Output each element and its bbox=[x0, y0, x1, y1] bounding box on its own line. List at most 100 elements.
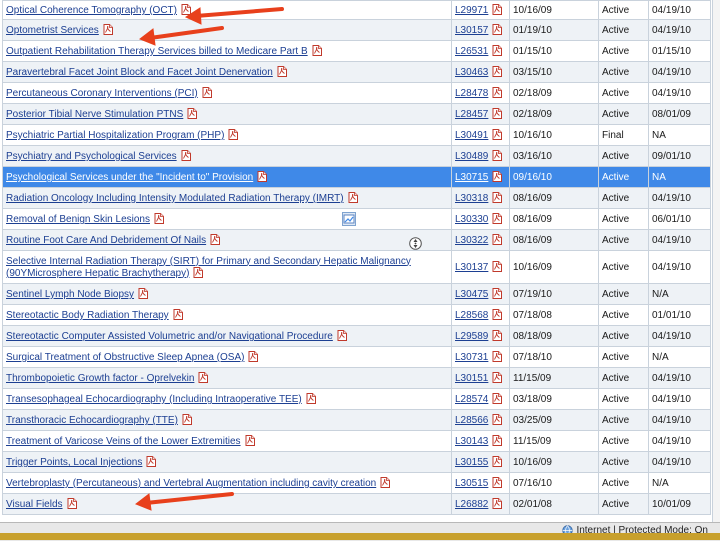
revision-date-cell: 07/19/10 bbox=[509, 283, 599, 305]
pdf-icon[interactable] bbox=[492, 45, 503, 56]
policy-title-link[interactable]: Treatment of Varicose Veins of the Lower… bbox=[6, 436, 241, 447]
pdf-icon[interactable] bbox=[492, 213, 503, 224]
pdf-icon[interactable] bbox=[492, 288, 503, 299]
pdf-icon[interactable] bbox=[492, 414, 503, 425]
pdf-icon[interactable] bbox=[248, 351, 259, 362]
pdf-icon[interactable] bbox=[146, 456, 157, 467]
pdf-icon[interactable] bbox=[277, 66, 287, 77]
pdf-icon[interactable] bbox=[492, 234, 503, 245]
pdf-icon[interactable] bbox=[492, 351, 503, 362]
policy-title-link[interactable]: Psychiatry and Psychological Services bbox=[6, 151, 177, 162]
pdf-icon[interactable] bbox=[492, 477, 503, 488]
lcd-id-link[interactable]: L30143 bbox=[455, 436, 488, 447]
lcd-id-link[interactable]: L30151 bbox=[455, 373, 488, 384]
policy-title-link[interactable]: Psychological Services under the "Incide… bbox=[6, 172, 253, 183]
lcd-id-link[interactable]: L30318 bbox=[455, 193, 488, 204]
policy-title-link[interactable]: Selective Internal Radiation Therapy (SI… bbox=[6, 256, 411, 279]
lcd-id-link[interactable]: L30515 bbox=[455, 478, 488, 489]
lcd-id-link[interactable]: L30489 bbox=[455, 151, 488, 162]
lcd-id-link[interactable]: L26882 bbox=[455, 499, 488, 510]
pdf-icon[interactable] bbox=[492, 393, 503, 404]
pdf-icon[interactable] bbox=[492, 456, 503, 467]
policy-title-link[interactable]: Trigger Points, Local Injections bbox=[6, 457, 142, 468]
lcd-id-link[interactable]: L30330 bbox=[455, 214, 488, 225]
policy-title-link[interactable]: Vertebroplasty (Percutaneous) and Verteb… bbox=[6, 478, 376, 489]
policy-title-link[interactable]: Outpatient Rehabilitation Therapy Servic… bbox=[6, 46, 308, 57]
pdf-icon[interactable] bbox=[337, 330, 347, 341]
policy-title-link[interactable]: Transthoracic Echocardiography (TTE) bbox=[6, 415, 178, 426]
lcd-id-link[interactable]: L30463 bbox=[455, 67, 488, 78]
pdf-icon[interactable] bbox=[492, 435, 503, 446]
policy-title-link[interactable]: Removal of Benign Skin Lesions bbox=[6, 214, 150, 225]
policy-title-link[interactable]: Routine Foot Care And Debridement Of Nai… bbox=[6, 235, 206, 246]
pdf-icon[interactable] bbox=[245, 435, 255, 446]
pdf-icon[interactable] bbox=[228, 129, 239, 140]
policy-title-link[interactable]: Surgical Treatment of Obstructive Sleep … bbox=[6, 352, 244, 363]
policy-title-link[interactable]: Stereotactic Body Radiation Therapy bbox=[6, 310, 169, 321]
policy-title-link[interactable]: Stereotactic Computer Assisted Volumetri… bbox=[6, 331, 333, 342]
lcd-id-link[interactable]: L30137 bbox=[455, 262, 488, 273]
pdf-icon[interactable] bbox=[202, 87, 212, 98]
pdf-icon[interactable] bbox=[210, 234, 221, 245]
policy-title-link[interactable]: Paravertebral Facet Joint Block and Face… bbox=[6, 67, 273, 78]
pdf-icon[interactable] bbox=[492, 171, 503, 182]
pdf-icon[interactable] bbox=[348, 192, 358, 203]
lcd-id-link[interactable]: L30715 bbox=[455, 172, 488, 183]
pdf-icon[interactable] bbox=[492, 330, 503, 341]
pdf-icon[interactable] bbox=[312, 45, 322, 56]
lcd-id-link[interactable]: L30155 bbox=[455, 457, 488, 468]
effective-date-cell: 04/19/10 bbox=[648, 388, 711, 410]
pdf-icon[interactable] bbox=[492, 498, 503, 509]
pdf-icon[interactable] bbox=[173, 309, 183, 320]
pdf-icon[interactable] bbox=[257, 171, 268, 182]
policy-title-link[interactable]: Visual Fields bbox=[6, 499, 63, 510]
lcd-id-link[interactable]: L28478 bbox=[455, 88, 488, 99]
lcd-id-link[interactable]: L30491 bbox=[455, 130, 488, 141]
pdf-icon[interactable] bbox=[103, 24, 113, 35]
lcd-id-link[interactable]: L28566 bbox=[455, 415, 488, 426]
pdf-icon[interactable] bbox=[181, 4, 191, 15]
pdf-icon[interactable] bbox=[492, 150, 503, 161]
policy-title-link[interactable]: Transesophageal Echocardiography (Includ… bbox=[6, 394, 302, 405]
lcd-id-link[interactable]: L26531 bbox=[455, 46, 488, 57]
pdf-icon[interactable] bbox=[492, 261, 503, 272]
pdf-icon[interactable] bbox=[492, 24, 503, 35]
pdf-icon[interactable] bbox=[492, 66, 503, 77]
lcd-id-link[interactable]: L29971 bbox=[455, 5, 488, 16]
pdf-icon[interactable] bbox=[181, 150, 191, 161]
lcd-id-link[interactable]: L29589 bbox=[455, 331, 488, 342]
pdf-icon[interactable] bbox=[492, 192, 503, 203]
pdf-icon[interactable] bbox=[492, 4, 503, 15]
pdf-icon[interactable] bbox=[154, 213, 164, 224]
pdf-icon[interactable] bbox=[187, 108, 198, 119]
lcd-id-link[interactable]: L28457 bbox=[455, 109, 488, 120]
pdf-icon[interactable] bbox=[67, 498, 77, 509]
lcd-id-link[interactable]: L28574 bbox=[455, 394, 488, 405]
pdf-icon[interactable] bbox=[492, 87, 503, 98]
pdf-icon[interactable] bbox=[492, 309, 503, 320]
pdf-icon[interactable] bbox=[306, 393, 316, 404]
lcd-id-link[interactable]: L30475 bbox=[455, 289, 488, 300]
policy-title-link[interactable]: Radiation Oncology Including Intensity M… bbox=[6, 193, 344, 204]
pdf-icon[interactable] bbox=[492, 372, 503, 383]
policy-title-link[interactable]: Optometrist Services bbox=[6, 25, 99, 36]
policy-title-link[interactable]: Thrombopoietic Growth factor - Oprelveki… bbox=[6, 373, 194, 384]
pdf-icon[interactable] bbox=[182, 414, 192, 425]
lcd-id-link[interactable]: L28568 bbox=[455, 310, 488, 321]
window-scrollbar[interactable] bbox=[712, 0, 720, 522]
lcd-id-link[interactable]: L30322 bbox=[455, 235, 488, 246]
lcd-id-link[interactable]: L30731 bbox=[455, 352, 488, 363]
policy-title-link[interactable]: Percutaneous Coronary Interventions (PCI… bbox=[6, 88, 198, 99]
table-row: Psychiatric Partial Hospitalization Prog… bbox=[2, 124, 711, 146]
policy-title-link[interactable]: Sentinel Lymph Node Biopsy bbox=[6, 289, 134, 300]
policy-title-link[interactable]: Posterior Tibial Nerve Stimulation PTNS bbox=[6, 109, 183, 120]
policy-title-link[interactable]: Psychiatric Partial Hospitalization Prog… bbox=[6, 130, 224, 141]
pdf-icon[interactable] bbox=[492, 129, 503, 140]
pdf-icon[interactable] bbox=[198, 372, 209, 383]
pdf-icon[interactable] bbox=[193, 266, 204, 278]
pdf-icon[interactable] bbox=[492, 108, 503, 119]
pdf-icon[interactable] bbox=[380, 477, 391, 488]
pdf-icon[interactable] bbox=[138, 288, 149, 299]
lcd-id-link[interactable]: L30157 bbox=[455, 25, 488, 36]
policy-title-link[interactable]: Optical Coherence Tomography (OCT) bbox=[6, 5, 177, 16]
